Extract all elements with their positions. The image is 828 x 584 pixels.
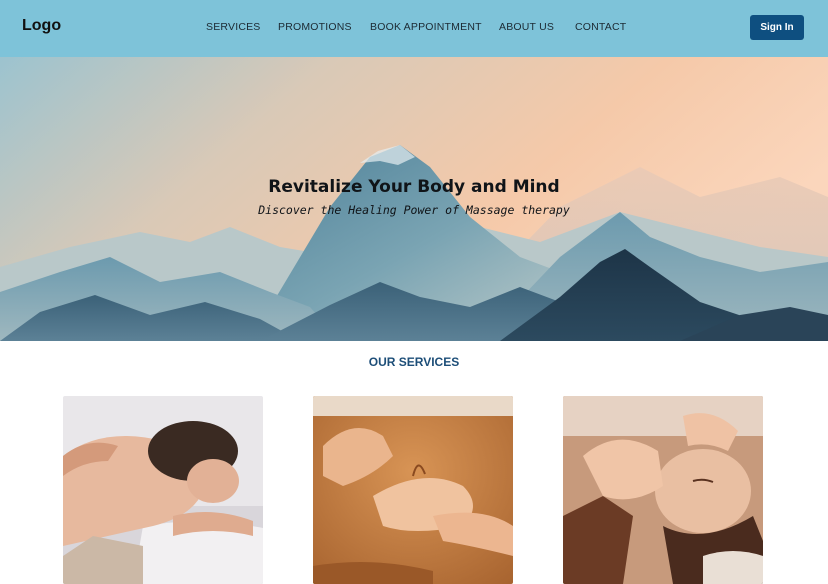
hero-title: Revitalize Your Body and Mind <box>268 177 560 197</box>
back-massage-closeup-image <box>313 396 513 584</box>
site-header: Logo SERVICES PROMOTIONS BOOK APPOINTMEN… <box>0 0 828 57</box>
nav-book-appointment[interactable]: BOOK APPOINTMENT <box>370 21 482 33</box>
main-nav: SERVICES PROMOTIONS BOOK APPOINTMENT ABO… <box>0 21 828 35</box>
nav-services[interactable]: SERVICES <box>206 21 261 33</box>
services-section-title: OUR SERVICES <box>368 355 460 369</box>
hero-banner: Revitalize Your Body and Mind Discover t… <box>0 57 828 341</box>
service-card-1[interactable] <box>63 396 263 584</box>
service-card-3[interactable] <box>563 396 763 584</box>
mountain-landscape-image <box>0 57 828 341</box>
facial-head-massage-image <box>563 396 763 584</box>
nav-about-us[interactable]: ABOUT US <box>499 21 554 33</box>
service-card-2[interactable] <box>313 396 513 584</box>
nav-promotions[interactable]: PROMOTIONS <box>278 21 352 33</box>
sign-in-button[interactable]: Sign In <box>750 15 804 40</box>
nav-contact[interactable]: CONTACT <box>575 21 626 33</box>
back-shoulder-massage-image <box>63 396 263 584</box>
hero-subtitle: Discover the Healing Power of Massage th… <box>258 203 570 217</box>
